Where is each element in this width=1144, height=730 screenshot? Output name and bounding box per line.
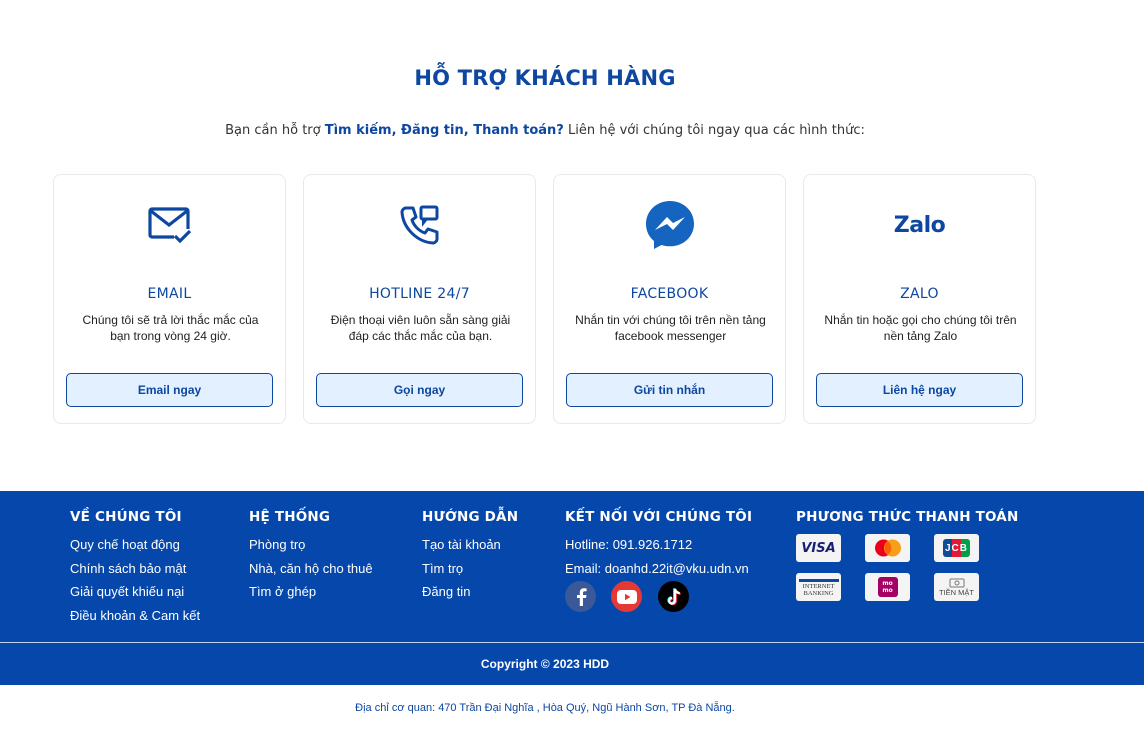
card-description: Điện thoại viên luôn sẵn sàng giải đáp c… bbox=[330, 313, 511, 343]
footer-link[interactable]: Nhà, căn hộ cho thuê bbox=[249, 557, 373, 581]
footer-link[interactable]: Tìm ở ghép bbox=[249, 580, 373, 604]
card-hotline: HOTLINE 24/7 Điện thoại viên luôn sẵn sà… bbox=[303, 174, 536, 424]
footer-system: HỆ THỐNG Phòng trọ Nhà, căn hộ cho thuê … bbox=[249, 509, 373, 604]
footer-heading: HỆ THỐNG bbox=[249, 509, 331, 525]
cash-icon: TIỀN MẶT bbox=[934, 573, 979, 601]
support-title: HỖ TRỢ KHÁCH HÀNG bbox=[414, 66, 676, 90]
card-email: EMAIL Chúng tôi sẽ trả lời thắc mắc của … bbox=[53, 174, 286, 424]
footer-link[interactable]: Chính sách bảo mật bbox=[70, 557, 200, 581]
footer-link[interactable]: Quy chế hoạt động bbox=[70, 533, 200, 557]
footer-link[interactable]: Tìm trọ bbox=[422, 557, 518, 581]
email-now-button[interactable]: Email ngay bbox=[66, 373, 273, 407]
office-address: Địa chỉ cơ quan: 470 Trần Đại Nghĩa , Hò… bbox=[355, 702, 735, 714]
support-subtitle-highlight: Tìm kiếm, Đăng tin, Thanh toán? bbox=[324, 123, 564, 138]
footer-heading: HƯỚNG DẪN bbox=[422, 509, 519, 525]
youtube-icon[interactable] bbox=[611, 581, 642, 612]
footer-divider bbox=[0, 642, 1144, 643]
support-subtitle: Bạn cần hỗ trợ Tìm kiếm, Đăng tin, Thanh… bbox=[225, 123, 865, 138]
momo-icon: mo mo bbox=[865, 573, 910, 601]
card-description: Chúng tôi sẽ trả lời thắc mắc của bạn tr… bbox=[82, 313, 259, 343]
zalo-icon: Zalo bbox=[893, 212, 946, 238]
call-now-button[interactable]: Gọi ngay bbox=[316, 373, 523, 407]
footer-about: VỀ CHÚNG TÔI Quy chế hoạt động Chính sác… bbox=[70, 509, 200, 627]
contact-now-button[interactable]: Liên hệ ngay bbox=[816, 373, 1023, 407]
card-title: ZALO bbox=[900, 286, 939, 302]
card-description: Nhắn tin với chúng tôi trên nền tảng fac… bbox=[575, 313, 766, 343]
card-title: FACEBOOK bbox=[630, 286, 709, 302]
mastercard-icon bbox=[865, 534, 910, 562]
footer-heading: VỀ CHÚNG TÔI bbox=[70, 509, 182, 525]
footer-link[interactable]: Đăng tin bbox=[422, 580, 518, 604]
footer-heading: KẾT NỐI VỚI CHÚNG TÔI bbox=[565, 509, 753, 525]
card-facebook: FACEBOOK Nhắn tin với chúng tôi trên nền… bbox=[553, 174, 786, 424]
phone-icon bbox=[304, 199, 535, 251]
jcb-icon: JCB bbox=[934, 534, 979, 562]
email-icon bbox=[54, 199, 285, 251]
footer-link[interactable]: Điều khoản & Cam kết bbox=[70, 604, 200, 628]
visa-icon: VISA bbox=[796, 534, 841, 562]
footer-connect: KẾT NỐI VỚI CHÚNG TÔI Hotline: 091.926.1… bbox=[565, 509, 752, 580]
copyright-text: Copyright © 2023 HDD bbox=[480, 657, 610, 671]
internet-banking-icon: INTERNET BANKING bbox=[796, 573, 841, 601]
footer-payment: PHƯƠNG THỨC THANH TOÁN bbox=[796, 509, 1018, 533]
footer-heading: PHƯƠNG THỨC THANH TOÁN bbox=[796, 509, 1019, 525]
footer: VỀ CHÚNG TÔI Quy chế hoạt động Chính sác… bbox=[0, 491, 1144, 685]
tiktok-icon[interactable] bbox=[658, 581, 689, 612]
card-zalo: Zalo ZALO Nhắn tin hoặc gọi cho chúng tô… bbox=[803, 174, 1036, 424]
messenger-icon bbox=[554, 199, 785, 251]
send-message-button[interactable]: Gửi tin nhắn bbox=[566, 373, 773, 407]
email-text: Email: doanhd.22it@vku.udn.vn bbox=[565, 560, 749, 576]
card-title: HOTLINE 24/7 bbox=[369, 286, 470, 302]
hotline-text: Hotline: 091.926.1712 bbox=[565, 537, 693, 552]
footer-link[interactable]: Phòng trọ bbox=[249, 533, 373, 557]
footer-guide: HƯỚNG DẪN Tạo tài khoản Tìm trọ Đăng tin bbox=[422, 509, 518, 604]
facebook-icon[interactable] bbox=[565, 581, 596, 612]
card-title: EMAIL bbox=[147, 286, 192, 302]
footer-link[interactable]: Giải quyết khiếu nại bbox=[70, 580, 200, 604]
card-description: Nhắn tin hoặc gọi cho chúng tôi trên nền… bbox=[824, 313, 1017, 343]
footer-link[interactable]: Tạo tài khoản bbox=[422, 533, 518, 557]
